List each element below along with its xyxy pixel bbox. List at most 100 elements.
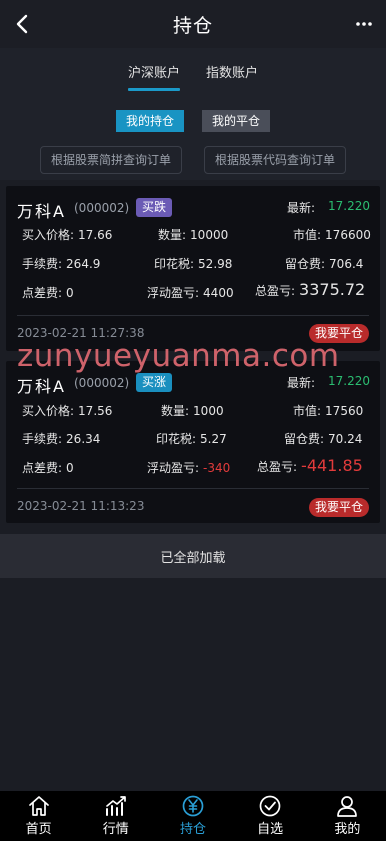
position-card: 万科A (000002) 买跌 最新: 17.220 买入价格: 17.66 数量…: [6, 186, 380, 351]
quantity-label: 数量:: [161, 404, 190, 418]
floating-pl-value: 4400: [203, 286, 234, 300]
total-pl-label: 总盈亏:: [255, 284, 296, 298]
quantity-value: 10000: [190, 228, 229, 242]
query-by-abbrev-button[interactable]: 根据股票简拼查询订单: [39, 146, 182, 174]
market-value-field: 市值: 176600: [293, 226, 371, 243]
back-button[interactable]: [8, 10, 36, 38]
more-button[interactable]: [352, 12, 376, 36]
chevron-left-icon: [16, 14, 28, 34]
buy-price-value: 17.66: [78, 228, 113, 242]
yen-icon: [182, 795, 204, 817]
total-pl-label: 总盈亏:: [257, 460, 298, 474]
floating-pl-label: 浮动盈亏:: [147, 286, 200, 300]
market-value-value: 17560: [325, 404, 364, 418]
direction-badge: 买跌: [136, 198, 173, 217]
spread-fee-value: 0: [66, 286, 74, 300]
total-pl-value: -441.85: [301, 456, 363, 475]
stamp-tax-value: 52.98: [198, 257, 233, 271]
market-value-label: 市值:: [293, 228, 322, 242]
watermark-text: zunyueyuanma.com: [17, 338, 340, 374]
open-time: 2023-02-21 11:13:23: [17, 499, 145, 513]
bottom-tab-bar: 首页 行情 持仓 自选 我的: [0, 791, 386, 841]
floating-pl-field: 浮动盈亏: 4400: [147, 284, 234, 301]
spread-fee-label: 点差费:: [22, 461, 63, 475]
query-by-code-button[interactable]: 根据股票代码查询订单: [204, 146, 347, 174]
tabbar-item-positions[interactable]: 持仓: [163, 795, 223, 837]
overnight-fee-field: 留仓费: 70.24: [284, 430, 362, 447]
fee-field: 手续费: 264.9: [22, 255, 100, 272]
spread-fee-field: 点差费: 0: [22, 459, 74, 476]
stock-name: 万科A: [17, 377, 66, 396]
buy-price-field: 买入价格: 17.66: [22, 226, 112, 243]
all-loaded-status: 已全部加载: [0, 534, 386, 578]
floating-pl-value: -340: [203, 461, 231, 475]
filter-panel: 沪深账户 指数账户 我的持仓 我的平仓 根据股票简拼查询订单 根据股票代码查询订…: [0, 48, 386, 180]
total-pl-value: 3375.72: [299, 280, 366, 299]
my-positions-button[interactable]: 我的持仓: [115, 110, 184, 132]
query-buttons: 根据股票简拼查询订单 根据股票代码查询订单: [0, 146, 386, 174]
fee-value: 26.34: [66, 432, 101, 446]
account-tabs: 沪深账户 指数账户: [0, 62, 386, 91]
floating-pl-field: 浮动盈亏: -340: [147, 459, 230, 476]
quantity-field: 数量: 10000: [158, 226, 228, 243]
more-icon: [356, 22, 372, 26]
spread-fee-value: 0: [66, 461, 74, 475]
quantity-label: 数量:: [158, 228, 187, 242]
fee-label: 手续费:: [22, 432, 63, 446]
check-circle-icon: [259, 795, 281, 817]
spread-fee-label: 点差费:: [22, 286, 63, 300]
total-pl-field: 总盈亏: -441.85: [257, 456, 363, 475]
spread-fee-field: 点差费: 0: [22, 284, 74, 301]
stamp-tax-label: 印花税:: [156, 432, 197, 446]
buy-price-field: 买入价格: 17.56: [22, 402, 112, 419]
tabbar-item-mine[interactable]: 我的: [317, 795, 377, 837]
latest-label: 最新:: [287, 376, 316, 390]
stamp-tax-field: 印花税: 52.98: [154, 255, 232, 272]
overnight-fee-value: 70.24: [328, 432, 363, 446]
card-divider: [17, 488, 369, 489]
header-bar: 持仓: [0, 0, 386, 48]
buy-price-value: 17.56: [78, 404, 113, 418]
overnight-fee-label: 留仓费:: [284, 432, 325, 446]
floating-pl-label: 浮动盈亏:: [147, 461, 200, 475]
card-divider: [17, 315, 369, 316]
quantity-field: 数量: 1000: [161, 402, 224, 419]
tabbar-item-home[interactable]: 首页: [9, 795, 69, 837]
fee-field: 手续费: 26.34: [22, 430, 100, 447]
tabbar-item-watchlist[interactable]: 自选: [240, 795, 300, 837]
position-card: 万科A (000002) 买涨 最新: 17.220 买入价格: 17.56 数量…: [6, 361, 380, 523]
buy-price-label: 买入价格:: [22, 228, 75, 242]
market-value-field: 市值: 17560: [293, 402, 363, 419]
direction-badge: 买涨: [136, 373, 173, 392]
my-closed-button[interactable]: 我的平仓: [202, 110, 271, 132]
overnight-fee-label: 留仓费:: [285, 257, 326, 271]
fee-label: 手续费:: [22, 257, 63, 271]
tabbar-item-market[interactable]: 行情: [86, 795, 146, 837]
tabbar-label: 自选: [257, 822, 284, 837]
tab-shsz-account[interactable]: 沪深账户: [127, 62, 181, 91]
latest-price: 17.220: [328, 199, 370, 213]
tab-index-account[interactable]: 指数账户: [206, 62, 258, 91]
tabbar-label: 持仓: [179, 822, 206, 837]
tabbar-label: 行情: [102, 822, 129, 837]
buy-price-label: 买入价格:: [22, 404, 75, 418]
chart-icon: [105, 796, 126, 816]
home-icon: [28, 796, 49, 816]
stamp-tax-label: 印花税:: [154, 257, 195, 271]
quantity-value: 1000: [193, 404, 224, 418]
stamp-tax-field: 印花税: 5.27: [156, 430, 227, 447]
total-pl-field: 总盈亏: 3375.72: [255, 280, 365, 299]
stamp-tax-value: 5.27: [200, 432, 227, 446]
stock-code: (000002): [74, 376, 130, 390]
user-icon: [337, 796, 358, 817]
tabbar-label: 首页: [25, 822, 52, 837]
market-value-label: 市值:: [293, 404, 322, 418]
overnight-fee-field: 留仓费: 706.4: [285, 255, 363, 272]
tabbar-label: 我的: [334, 822, 361, 837]
close-position-button[interactable]: 我要平仓: [308, 498, 369, 517]
fee-value: 264.9: [66, 257, 101, 271]
page-title: 持仓: [172, 14, 213, 37]
market-value-value: 176600: [325, 228, 371, 242]
latest-price: 17.220: [328, 374, 370, 388]
stock-code: (000002): [74, 201, 130, 215]
